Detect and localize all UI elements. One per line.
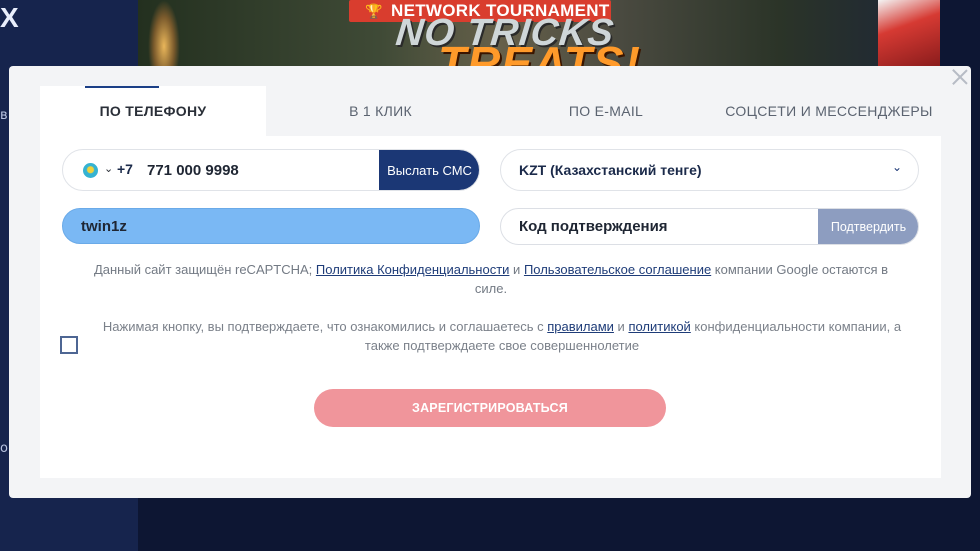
site-logo: X bbox=[0, 2, 19, 33]
rules-link[interactable]: правилами bbox=[547, 319, 614, 334]
agreement-text-part: Нажимая кнопку, вы подтверждаете, что оз… bbox=[102, 319, 548, 334]
registration-panel: ПО ТЕЛЕФОНУ В 1 КЛИК ПО E-MAIL СОЦСЕТИ И… bbox=[40, 86, 941, 478]
sidebar-text: о bbox=[0, 441, 8, 456]
country-code: +7 bbox=[117, 161, 133, 177]
phone-input[interactable] bbox=[147, 150, 377, 190]
close-icon[interactable] bbox=[950, 67, 970, 87]
confirm-button[interactable]: Подтвердить bbox=[818, 209, 918, 244]
agreement-text: Нажимая кнопку, вы подтверждаете, что оз… bbox=[92, 317, 912, 355]
phone-field: ⌄ +7 Выслать СМС bbox=[62, 149, 480, 191]
tab-one-click[interactable]: В 1 КЛИК bbox=[266, 86, 495, 136]
lamp-graphic bbox=[148, 0, 180, 66]
tab-email[interactable]: ПО E-MAIL bbox=[495, 86, 717, 136]
banner-subtitle: TREATS! bbox=[438, 37, 641, 66]
trophy-icon: 🏆 bbox=[365, 3, 383, 19]
agreement-checkbox[interactable] bbox=[60, 336, 78, 354]
login-input[interactable] bbox=[62, 208, 480, 244]
notice-text: Данный сайт защищён reCAPTCHA; bbox=[93, 262, 316, 277]
kazakhstan-flag-icon[interactable] bbox=[83, 163, 98, 178]
register-button[interactable]: ЗАРЕГИСТРИРОВАТЬСЯ bbox=[314, 389, 666, 427]
send-sms-button[interactable]: Выслать СМС bbox=[379, 150, 479, 190]
currency-select[interactable]: KZT (Казахстанский тенге) ⌄ bbox=[500, 149, 919, 191]
confirmation-code-field: Подтвердить bbox=[500, 208, 919, 245]
terms-link[interactable]: Пользовательское соглашение bbox=[524, 262, 711, 277]
chevron-down-icon[interactable]: ⌄ bbox=[104, 162, 113, 175]
recaptcha-notice: Данный сайт защищён reCAPTCHA; Политика … bbox=[80, 260, 902, 298]
currency-value: KZT (Казахстанский тенге) bbox=[519, 162, 702, 178]
agreement-text-part: и bbox=[613, 319, 629, 334]
promo-banner: 🏆 NETWORK TOURNAMENT NO TRICKS TREATS! bbox=[138, 0, 940, 66]
sidebar-text: в bbox=[0, 108, 8, 123]
confirmation-code-input[interactable] bbox=[519, 209, 809, 244]
tab-social[interactable]: СОЦСЕТИ И МЕССЕНДЖЕРЫ bbox=[717, 86, 941, 136]
privacy-policy-link[interactable]: Политика Конфиденциальности bbox=[316, 262, 510, 277]
chevron-down-icon: ⌄ bbox=[892, 160, 903, 174]
registration-tabs: ПО ТЕЛЕФОНУ В 1 КЛИК ПО E-MAIL СОЦСЕТИ И… bbox=[40, 86, 941, 136]
banner-flag-graphic bbox=[878, 0, 940, 66]
registration-modal: ПО ТЕЛЕФОНУ В 1 КЛИК ПО E-MAIL СОЦСЕТИ И… bbox=[9, 66, 971, 498]
tab-phone[interactable]: ПО ТЕЛЕФОНУ bbox=[40, 86, 266, 136]
policy-link[interactable]: политикой bbox=[628, 319, 690, 334]
notice-text: и bbox=[509, 262, 524, 277]
